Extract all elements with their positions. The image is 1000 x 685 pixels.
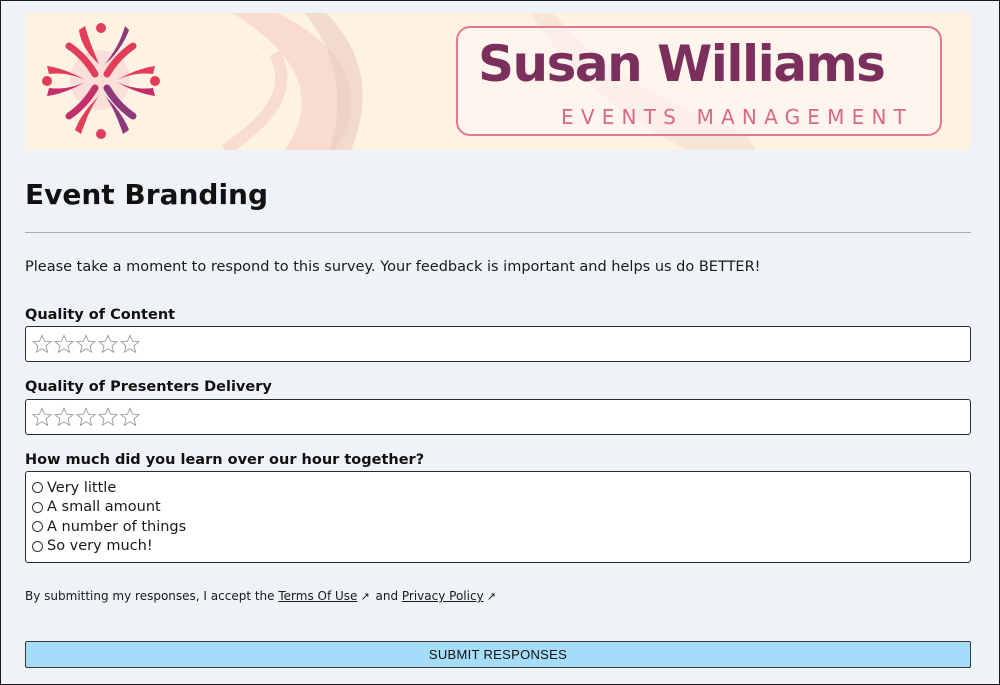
content-rating-field [25,326,971,362]
question-label-delivery: Quality of Presenters Delivery [25,379,272,395]
radio-button[interactable] [32,521,43,533]
star-rating-content [26,327,970,355]
privacy-policy-link[interactable]: Privacy Policy [402,589,484,603]
radio-option-very-little[interactable]: Very little [26,478,970,498]
star-icon[interactable] [75,406,97,428]
title-divider [25,232,971,233]
radio-button[interactable] [32,482,43,494]
radio-option-label: A small amount [47,499,161,516]
star-icon[interactable] [119,333,141,355]
learning-options-field: Very little A small amount A number of t… [25,471,971,563]
radio-option-label: So very much! [47,538,153,555]
radio-option-so-very-much[interactable]: So very much! [26,537,970,557]
intro-text: Please take a moment to respond to this … [25,259,761,275]
star-rating-delivery [26,400,970,428]
radio-option-label: A number of things [47,518,187,535]
brand-logo-box: Susan Williams EVENTS MANAGEMENT [456,26,942,136]
star-icon[interactable] [53,333,75,355]
submit-responses-button[interactable]: SUBMIT RESPONSES [25,641,971,668]
star-icon[interactable] [75,333,97,355]
delivery-rating-field [25,399,971,435]
header-banner: Susan Williams EVENTS MANAGEMENT [25,13,971,150]
consent-conjunction: and [375,589,399,603]
radio-button[interactable] [32,540,43,552]
page-title: Event Branding [25,178,269,211]
radio-button[interactable] [32,501,43,513]
terms-of-use-link[interactable]: Terms Of Use [278,589,357,603]
external-link-icon: ↗ [360,590,370,603]
star-icon[interactable] [31,406,53,428]
question-label-learning: How much did you learn over our hour tog… [25,452,425,468]
consent-text: By submitting my responses, I accept the… [25,587,498,606]
star-icon[interactable] [97,333,119,355]
star-icon[interactable] [97,406,119,428]
brand-subtitle: EVENTS MANAGEMENT [561,105,914,129]
star-icon[interactable] [53,406,75,428]
flower-petals-logo-icon [42,23,160,139]
radio-option-small-amount[interactable]: A small amount [26,498,970,518]
question-label-content: Quality of Content [25,307,176,323]
survey-page: Susan Williams EVENTS MANAGEMENT Event B… [0,0,1000,685]
radio-group-learning: Very little A small amount A number of t… [26,472,970,556]
external-link-icon: ↗ [486,590,496,603]
consent-prefix: By submitting my responses, I accept the [25,589,275,603]
radio-option-number-of-things[interactable]: A number of things [26,517,970,537]
star-icon[interactable] [31,333,53,355]
brand-name: Susan Williams [478,35,886,93]
radio-option-label: Very little [47,479,117,496]
star-icon[interactable] [119,406,141,428]
